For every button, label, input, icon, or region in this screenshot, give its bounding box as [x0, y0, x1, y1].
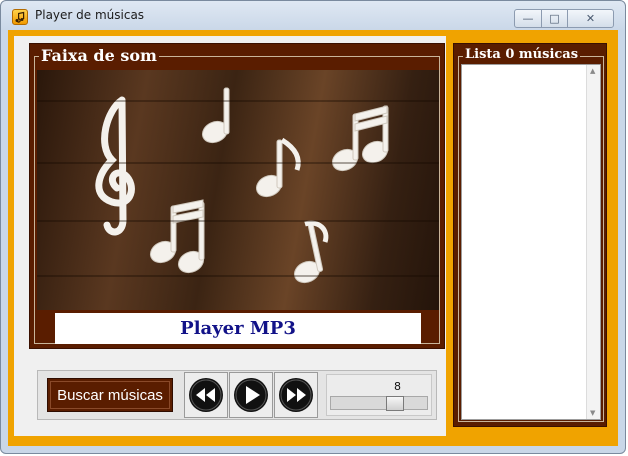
- fast-forward-icon: [279, 378, 313, 412]
- music-notes-icon: [95, 87, 389, 284]
- playlist-scrollbar[interactable]: ▲ ▼: [586, 65, 600, 419]
- volume-value: 8: [394, 380, 401, 393]
- minimize-icon: —: [522, 12, 534, 25]
- wood-grain: [37, 100, 439, 102]
- wood-grain: [37, 275, 439, 277]
- music-note-icon: [12, 9, 28, 25]
- wood-grain: [37, 162, 439, 164]
- maximize-button[interactable]: □: [541, 9, 568, 28]
- volume-slider[interactable]: [330, 396, 428, 410]
- fast-forward-button[interactable]: [274, 372, 318, 418]
- rewind-button[interactable]: [184, 372, 228, 418]
- lista-legend: Lista 0 músicas: [463, 47, 581, 62]
- rewind-icon: [189, 378, 223, 412]
- playlist-listbox[interactable]: [461, 64, 601, 420]
- scroll-up-icon[interactable]: ▲: [590, 67, 595, 75]
- close-icon: ✕: [585, 12, 596, 25]
- wood-grain: [37, 220, 439, 222]
- window-title: Player de músicas: [35, 8, 145, 22]
- track-label: Player MP3: [55, 313, 421, 344]
- album-art-image: [37, 70, 439, 310]
- buscar-musicas-button[interactable]: Buscar músicas: [47, 378, 173, 412]
- scroll-down-icon[interactable]: ▼: [590, 409, 595, 417]
- play-button[interactable]: [229, 372, 273, 418]
- maximize-icon: □: [549, 12, 560, 25]
- close-button[interactable]: ✕: [567, 9, 614, 28]
- buscar-musicas-label: Buscar músicas: [50, 381, 170, 409]
- minimize-button[interactable]: —: [514, 9, 542, 28]
- faixa-legend: Faixa de som: [39, 46, 159, 65]
- title-bar[interactable]: Player de músicas — □ ✕: [0, 0, 626, 32]
- volume-slider-thumb[interactable]: [386, 396, 404, 411]
- play-icon: [234, 378, 268, 412]
